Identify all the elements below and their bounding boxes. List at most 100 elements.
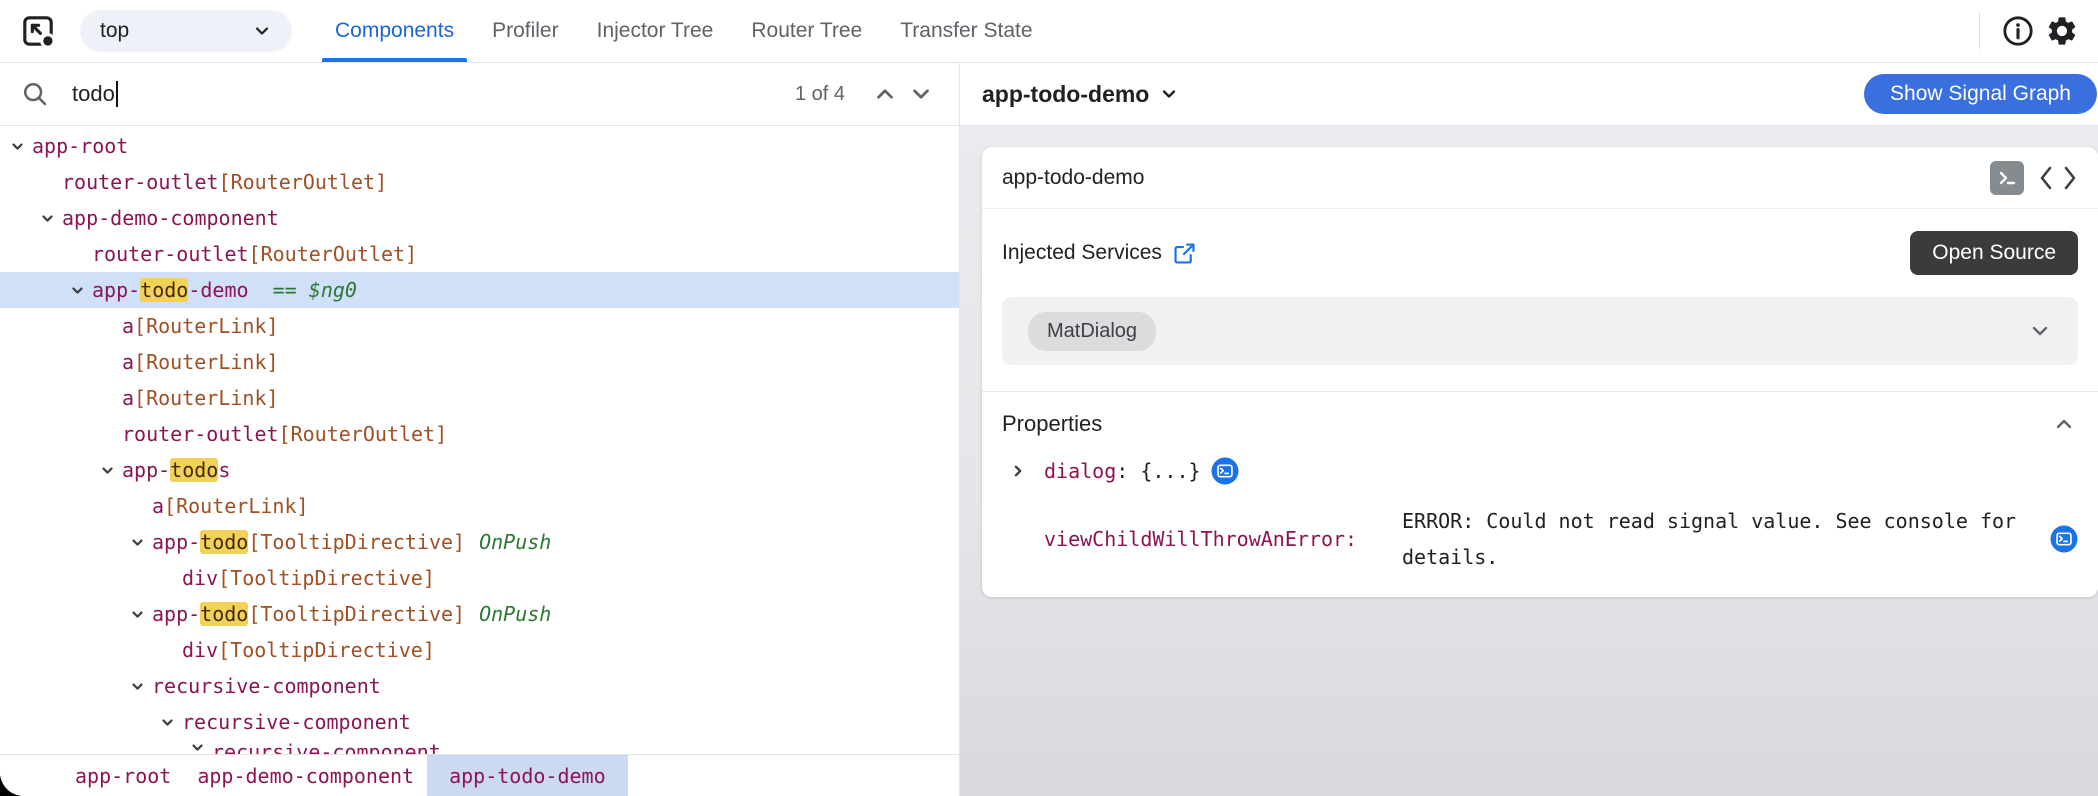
change-detection-badge: OnPush bbox=[479, 602, 552, 626]
expand-caret-icon[interactable] bbox=[130, 679, 152, 694]
component-detail-card: app-todo-demo Injected Services Open Sou… bbox=[982, 147, 2098, 597]
selected-component-name: app-todo-demo bbox=[982, 80, 1150, 107]
tree-row[interactable]: router-outlet [RouterOutlet] bbox=[0, 416, 959, 452]
tree-row[interactable]: router-outlet [RouterOutlet] bbox=[0, 164, 959, 200]
tab-bar: Components Profiler Injector Tree Router Tr… bbox=[316, 0, 1052, 62]
frame-selector-dropdown[interactable]: top bbox=[80, 10, 292, 52]
tree-row[interactable]: recursive-component bbox=[0, 740, 959, 754]
service-chip[interactable]: MatDialog bbox=[1028, 311, 1157, 351]
tree-row[interactable]: a [RouterLink] bbox=[0, 344, 959, 380]
injected-services-label: Injected Services bbox=[1002, 241, 1162, 264]
selected-component-dropdown[interactable]: app-todo-demo bbox=[982, 81, 1179, 108]
property-key: viewChildWillThrowAnError: bbox=[1044, 527, 1358, 551]
tab-injector-tree[interactable]: Injector Tree bbox=[578, 0, 733, 62]
inspect-element-icon[interactable] bbox=[18, 11, 58, 51]
text-cursor bbox=[115, 81, 118, 107]
tree-row[interactable]: app-todo s bbox=[0, 452, 959, 488]
log-to-console-icon[interactable] bbox=[1211, 457, 1239, 485]
tree-row[interactable]: app-demo-component bbox=[0, 200, 959, 236]
tab-components[interactable]: Components bbox=[316, 0, 473, 62]
element-name: recursive-component bbox=[152, 674, 381, 698]
expand-caret-icon[interactable] bbox=[130, 607, 152, 622]
properties-label: Properties bbox=[1002, 411, 1103, 436]
search-result-count: 1 of 4 bbox=[794, 82, 845, 105]
expand-caret-icon[interactable] bbox=[130, 535, 152, 550]
property-value: : {...} bbox=[1116, 459, 1201, 483]
breadcrumb-item[interactable]: app-todo-demo bbox=[427, 755, 628, 796]
settings-gear-icon[interactable] bbox=[2040, 9, 2084, 53]
tree-row[interactable]: a [RouterLink] bbox=[0, 488, 959, 524]
open-source-button[interactable]: Open Source bbox=[1910, 231, 2078, 275]
directive-name: [RouterLink] bbox=[134, 386, 279, 410]
element-name: router-outlet bbox=[122, 422, 279, 446]
tree-row[interactable]: div [TooltipDirective] bbox=[0, 632, 959, 668]
terminal-icon[interactable] bbox=[1990, 160, 2024, 195]
component-details-pane: app-todo-demo Show Signal Graph app-todo… bbox=[960, 63, 2098, 796]
tree-row[interactable]: a [RouterLink] bbox=[0, 380, 959, 416]
directive-name: [RouterLink] bbox=[134, 350, 279, 374]
details-body: app-todo-demo Injected Services Open Sou… bbox=[960, 126, 2098, 796]
directive-name: [RouterOutlet] bbox=[218, 170, 388, 194]
search-match-highlight: todo bbox=[200, 530, 249, 554]
element-name: recursive-component bbox=[212, 740, 441, 754]
log-to-console-icon[interactable] bbox=[2050, 525, 2078, 553]
console-reference: $ng0 bbox=[308, 278, 357, 302]
tree-row[interactable]: a [RouterLink] bbox=[0, 308, 959, 344]
card-header-icons bbox=[1990, 160, 2078, 195]
search-previous-button[interactable] bbox=[867, 76, 903, 112]
expand-caret-icon[interactable] bbox=[40, 211, 62, 226]
element-name: router-outlet bbox=[62, 170, 219, 194]
expand-caret-icon[interactable] bbox=[70, 283, 92, 298]
directive-name: [TooltipDirective] bbox=[218, 638, 435, 662]
injected-services-box: MatDialog bbox=[1002, 297, 2078, 365]
directive-name: [RouterLink] bbox=[134, 314, 279, 338]
element-name: recursive-component bbox=[182, 710, 411, 734]
tab-profiler[interactable]: Profiler bbox=[473, 0, 578, 62]
tree-row[interactable]: recursive-component bbox=[0, 704, 959, 740]
element-name: app- bbox=[152, 602, 201, 626]
tab-transfer-state[interactable]: Transfer State bbox=[881, 0, 1051, 62]
chevron-up-icon[interactable] bbox=[2052, 412, 2076, 436]
search-next-button[interactable] bbox=[903, 76, 939, 112]
element-name: app-root bbox=[32, 134, 129, 158]
breadcrumb-item[interactable]: app-demo-component bbox=[184, 755, 427, 796]
property-row: viewChildWillThrowAnError: ERROR: Could n… bbox=[1010, 503, 2078, 575]
tree-row[interactable]: app-todo -demo == $ng0 bbox=[0, 272, 959, 308]
element-name: div bbox=[182, 638, 219, 662]
tree-row[interactable]: router-outlet [RouterOutlet] bbox=[0, 236, 959, 272]
expand-caret-icon[interactable] bbox=[160, 715, 182, 730]
breadcrumb: app-root app-demo-component app-todo-demo bbox=[0, 754, 959, 796]
code-icon[interactable] bbox=[2038, 161, 2078, 195]
element-name: app-demo-component bbox=[62, 206, 279, 230]
directive-name: [RouterLink] bbox=[164, 494, 309, 518]
property-key: dialog bbox=[1044, 459, 1117, 483]
frame-selector-value: top bbox=[100, 19, 130, 42]
tab-router-tree[interactable]: Router Tree bbox=[732, 0, 881, 62]
tree-row[interactable]: div [TooltipDirective] bbox=[0, 560, 959, 596]
element-name: app- bbox=[122, 458, 171, 482]
expand-caret-icon[interactable] bbox=[190, 740, 212, 754]
tree-row[interactable]: app-root bbox=[0, 128, 959, 164]
directive-name: [RouterOutlet] bbox=[248, 242, 418, 266]
directive-name: [TooltipDirective] bbox=[248, 530, 466, 554]
main-split: todo 1 of 4 app-root router-outlet [Router… bbox=[0, 63, 2098, 796]
info-icon[interactable] bbox=[1996, 9, 2040, 53]
tree-row[interactable]: app-todo [TooltipDirective] OnPush bbox=[0, 596, 959, 632]
show-signal-graph-button[interactable]: Show Signal Graph bbox=[1864, 74, 2097, 114]
open-in-new-icon[interactable] bbox=[1172, 241, 1197, 266]
top-toolbar: top Components Profiler Injector Tree Route… bbox=[0, 0, 2098, 63]
search-input[interactable]: todo bbox=[72, 81, 795, 107]
chevron-down-icon[interactable] bbox=[2028, 319, 2052, 343]
card-title: app-todo-demo bbox=[1002, 165, 1145, 189]
breadcrumb-item[interactable]: app-root bbox=[62, 755, 184, 796]
tree-row[interactable]: recursive-component bbox=[0, 668, 959, 704]
property-value: ERROR: Could not read signal value. See … bbox=[1402, 509, 2017, 569]
toolbar-divider bbox=[1979, 13, 1980, 49]
expand-caret-icon[interactable] bbox=[1010, 463, 1044, 479]
console-reference: == bbox=[248, 278, 309, 302]
expand-caret-icon[interactable] bbox=[100, 463, 122, 478]
expand-caret-icon[interactable] bbox=[10, 139, 32, 154]
element-name: s bbox=[218, 458, 231, 482]
card-header: app-todo-demo bbox=[982, 147, 2098, 209]
tree-row[interactable]: app-todo [TooltipDirective] OnPush bbox=[0, 524, 959, 560]
